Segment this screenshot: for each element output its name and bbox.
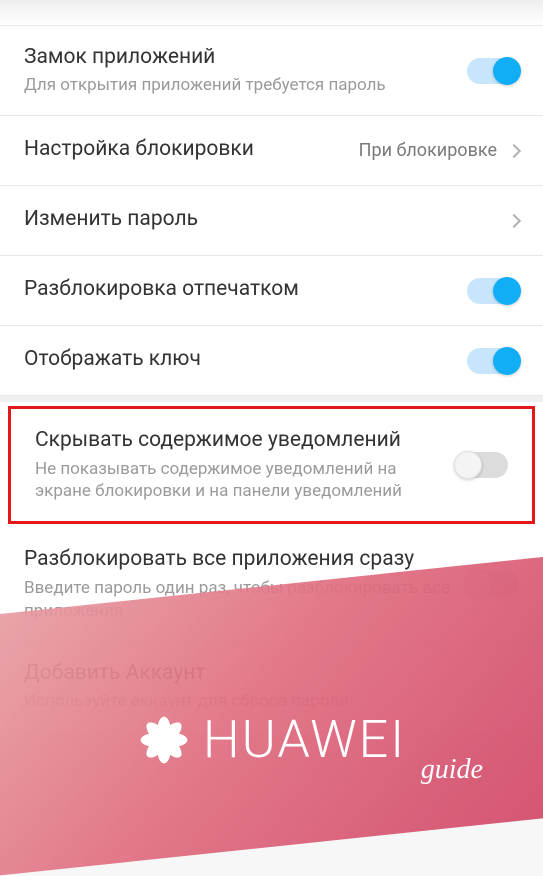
spacer	[0, 396, 543, 402]
setting-title: Настройка блокировки	[24, 136, 347, 163]
chevron-right-icon	[507, 214, 521, 228]
watermark-sub: guide	[421, 754, 483, 786]
toggle-hide-notifications[interactable]	[456, 452, 508, 478]
setting-title: Разблокировка отпечатком	[24, 276, 455, 303]
setting-text: Добавить Аккаунт Используйте аккаунт для…	[24, 660, 519, 713]
setting-add-account[interactable]: Добавить Аккаунт Используйте аккаунт для…	[0, 642, 543, 731]
setting-title: Скрывать содержимое уведомлений	[35, 427, 444, 454]
setting-text: Настройка блокировки	[24, 136, 359, 166]
setting-subtitle: Введите пароль один раз, чтобы разблокир…	[24, 577, 455, 623]
setting-text: Замок приложений Для открытия приложений…	[24, 44, 467, 97]
setting-app-lock[interactable]: Замок приложений Для открытия приложений…	[0, 26, 543, 116]
setting-subtitle: Используйте аккаунт для сброса пароля	[24, 690, 507, 713]
setting-text: Скрывать содержимое уведомлений Не показ…	[35, 427, 456, 503]
toggle-show-key[interactable]	[467, 348, 519, 374]
setting-text: Разблокировать все приложения сразу Введ…	[24, 546, 467, 622]
setting-title: Замок приложений	[24, 44, 455, 71]
setting-title: Разблокировать все приложения сразу	[24, 546, 455, 573]
toggle-fingerprint[interactable]	[467, 278, 519, 304]
setting-title: Добавить Аккаунт	[24, 660, 507, 687]
toggle-unlock-all[interactable]	[467, 571, 519, 597]
setting-title: Изменить пароль	[24, 206, 497, 233]
setting-fingerprint-unlock[interactable]: Разблокировка отпечатком	[0, 256, 543, 326]
setting-change-password[interactable]: Изменить пароль	[0, 186, 543, 256]
toggle-app-lock[interactable]	[467, 58, 519, 84]
setting-title: Отображать ключ	[24, 346, 455, 373]
setting-text: Отображать ключ	[24, 346, 467, 376]
settings-list: Замок приложений Для открытия приложений…	[0, 0, 543, 731]
highlight-box: Скрывать содержимое уведомлений Не показ…	[8, 406, 535, 524]
header-shadow	[0, 0, 543, 26]
chevron-right-icon	[507, 144, 521, 158]
setting-show-key[interactable]: Отображать ключ	[0, 326, 543, 396]
setting-subtitle: Для открытия приложений требуется пароль	[24, 74, 455, 97]
setting-text: Разблокировка отпечатком	[24, 276, 467, 306]
setting-text: Изменить пароль	[24, 206, 509, 236]
setting-right: При блокировке	[359, 140, 519, 161]
setting-lock-config[interactable]: Настройка блокировки При блокировке	[0, 116, 543, 186]
setting-subtitle: Не показывать содержимое уведомлений на …	[35, 458, 444, 504]
setting-value: При блокировке	[359, 140, 497, 161]
setting-hide-notifications[interactable]: Скрывать содержимое уведомлений Не показ…	[11, 409, 532, 521]
setting-unlock-all[interactable]: Разблокировать все приложения сразу Введ…	[0, 528, 543, 641]
